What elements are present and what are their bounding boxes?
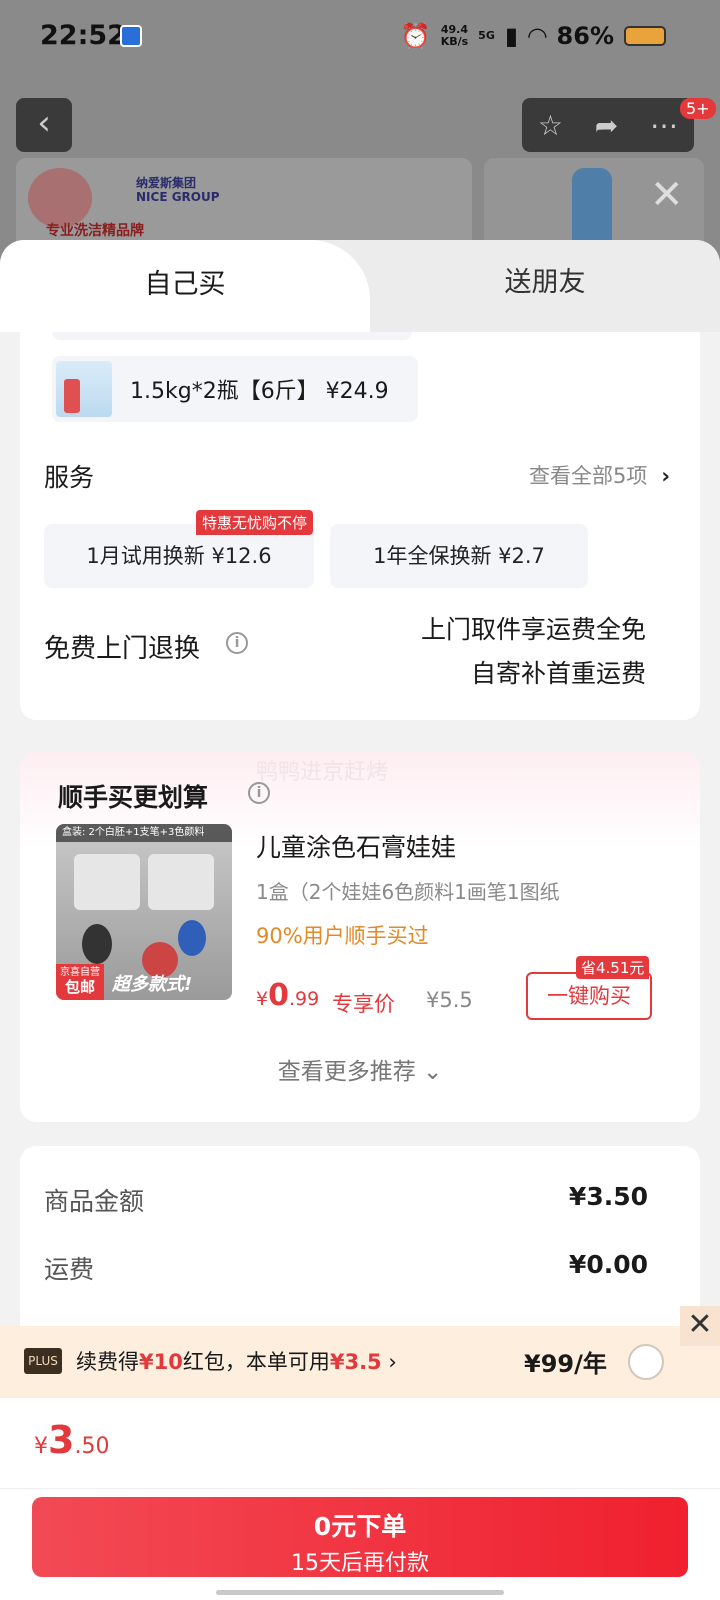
service-promo-tag: 特惠无忧购不停 (196, 510, 314, 535)
tab-buy-self[interactable]: 自己买 (0, 240, 370, 332)
subtotal-value: ¥3.50 (568, 1182, 648, 1211)
watermark-text: 鸭鸭进京赶烤 (256, 760, 389, 785)
alarm-icon: ⏰ (400, 22, 431, 50)
favorite-star-icon[interactable]: ☆ (538, 109, 563, 142)
total-symbol: ¥ (34, 1434, 48, 1459)
close-sheet-icon[interactable]: ✕ (650, 172, 684, 218)
submit-order-button[interactable]: 0元下单 15天后再付款 (32, 1497, 688, 1577)
submit-area: 0元下单 15天后再付款 (0, 1489, 720, 1600)
image-slogan: 超多款式! (112, 974, 193, 995)
notification-badge: 5+ (680, 98, 716, 119)
upsell-product-desc: 1盒（2个娃娃6色颜料1画笔1图纸 (256, 880, 560, 904)
status-indicators: ⏰ 49.4 KB/s 5G ▮ ◠ 86% (401, 22, 666, 50)
bottle-image (572, 168, 612, 248)
image-box-left (74, 854, 140, 910)
chevron-right-icon: › (381, 1350, 397, 1374)
top-toolbar: ☆ ➦ ⋯ (522, 98, 694, 152)
spec-label: 1.5kg*2瓶【6斤】 ¥24.9 (130, 379, 389, 404)
upsell-product-name[interactable]: 儿童涂色石膏娃娃 (256, 828, 456, 864)
upsell-price: ¥0.99 (256, 978, 319, 1013)
image-box-right (148, 854, 214, 910)
price-symbol: ¥ (256, 988, 269, 1010)
upsell-title: 顺手买更划算 (58, 783, 209, 812)
image-toy (178, 920, 206, 956)
free-return-line1: 上门取件享运费全免 (420, 615, 646, 644)
one-click-buy-button[interactable]: 一键购买 (526, 972, 652, 1020)
upsell-info-icon[interactable]: i (248, 782, 270, 804)
service-more-label: 查看全部5项 (528, 464, 648, 488)
brand-name-cn: 纳爱斯集团 (136, 176, 197, 190)
plus-logo: PLUS (24, 1348, 62, 1374)
wifi-icon: ◠ (528, 22, 547, 50)
battery-percent: 86% (556, 22, 614, 50)
plus-select-radio[interactable] (628, 1344, 664, 1380)
net-speed: 49.4 KB/s (441, 24, 468, 48)
spec-chip[interactable]: 1.5kg*2瓶【6斤】 ¥24.9 (52, 356, 418, 422)
total-bar: ¥3.50 (0, 1398, 720, 1488)
plus-usable-amount: ¥3.5 (329, 1350, 382, 1374)
image-top-label: 盒装: 2个白胚+1支笔+3色颜料 (56, 824, 232, 842)
service-option-full[interactable]: 1年全保换新 ¥2.7 (330, 524, 588, 588)
share-icon[interactable]: ➦ (595, 109, 618, 142)
exclusive-price-label: 专享价 (332, 992, 395, 1016)
signal-icon: ▮ (504, 22, 519, 50)
network-type: 5G (478, 29, 495, 42)
image-tag-top: 京喜自营 (60, 967, 100, 978)
subtotal-label: 商品金额 (44, 1187, 145, 1216)
info-icon[interactable]: i (226, 632, 248, 654)
total-integer: 3 (48, 1418, 75, 1462)
shipping-value: ¥0.00 (568, 1250, 648, 1279)
total-price: ¥3.50 (34, 1418, 109, 1462)
status-time: 22:52 (40, 20, 126, 51)
back-arrow-icon: ‹ (37, 103, 51, 143)
chevron-right-icon: › (661, 464, 670, 488)
total-decimal: .50 (74, 1434, 110, 1459)
more-recommendations-label: 查看更多推荐 (277, 1059, 416, 1085)
purchase-tabs: 自己买 送朋友 (0, 240, 720, 332)
spec-thumbnail (56, 361, 112, 417)
upsell-product-image[interactable]: 盒装: 2个白胚+1支笔+3色颜料 京喜自营 包邮 超多款式! (56, 824, 232, 1000)
plus-text-mid: 红包，本单可用 (182, 1350, 330, 1374)
save-badge: 省4.51元 (576, 956, 650, 979)
plus-text-prefix: 续费得 (76, 1350, 139, 1374)
brand-logo (28, 168, 92, 228)
net-speed-unit: KB/s (440, 35, 469, 48)
brand-slogan: 专业洗洁精品牌 (46, 223, 144, 239)
tab-gift-friend[interactable]: 送朋友 (370, 240, 720, 332)
back-button[interactable]: ‹ (16, 98, 72, 152)
free-return-title: 免费上门退换 (44, 634, 201, 664)
plus-red-amount: ¥10 (139, 1350, 183, 1374)
image-shipping-tag: 京喜自营 包邮 (56, 964, 104, 1000)
more-dots-icon[interactable]: ⋯ (650, 109, 678, 142)
more-recommendations-link[interactable]: 查看更多推荐 ⌄ (20, 1052, 700, 1086)
submit-sub-label: 15天后再付款 (291, 1551, 429, 1576)
chevron-down-icon: ⌄ (423, 1059, 443, 1085)
image-toy (82, 924, 112, 964)
image-tag-bottom: 包邮 (64, 978, 95, 996)
spec-chip-previous[interactable] (52, 332, 412, 340)
upsell-bought-stat: 90%用户顺手买过 (256, 924, 429, 948)
plus-price: ¥99/年 (524, 1350, 607, 1378)
price-decimal: .99 (288, 988, 320, 1010)
free-return-line2: 自寄补首重运费 (470, 659, 646, 688)
service-more-link[interactable]: 查看全部5项 › (529, 460, 670, 490)
plus-offer-text: 续费得¥10红包，本单可用¥3.5 › (76, 1346, 397, 1376)
battery-icon (624, 26, 666, 46)
submit-main-label: 0元下单 (313, 1512, 407, 1541)
options-card: 1.5kg*2瓶【6斤】 ¥24.9 服务 查看全部5项 › 1月试用换新 ¥12… (20, 332, 700, 720)
status-bar: 22:52 ⏰ 49.4 KB/s 5G ▮ ◠ 86% (0, 0, 720, 76)
service-title: 服务 (44, 463, 95, 492)
app-notification-icon (120, 25, 142, 47)
original-price: ¥5.5 (426, 988, 473, 1012)
shipping-label: 运费 (44, 1255, 95, 1284)
plus-membership-bar[interactable]: PLUS 续费得¥10红包，本单可用¥3.5 › ¥99/年 (0, 1326, 720, 1398)
price-integer: 0 (268, 978, 289, 1013)
plus-close-icon[interactable]: ✕ (680, 1306, 720, 1346)
home-indicator[interactable] (216, 1590, 504, 1595)
brand-name-en: NICE GROUP (136, 190, 220, 204)
brand-name: 纳爱斯集团 NICE GROUP (136, 176, 220, 204)
upsell-card: 鸭鸭进京赶烤 顺手买更划算 i 盒装: 2个白胚+1支笔+3色颜料 京喜自营 包邮… (20, 752, 700, 1122)
